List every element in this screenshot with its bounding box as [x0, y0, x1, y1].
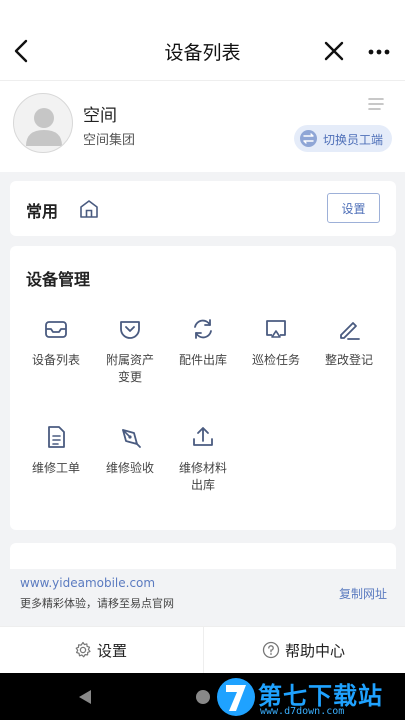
grid-item-equipment-list[interactable]: 设备列表 — [19, 316, 93, 369]
pocket-icon — [120, 321, 140, 339]
grid-item-label: 附属资产变更 — [105, 353, 154, 384]
grid-item-repair-acceptance[interactable]: 维修验收 — [93, 424, 167, 477]
common-card: 常用 设置 — [10, 181, 396, 236]
cast-icon — [266, 320, 286, 338]
bottom-bar: 设置 帮助中心 — [0, 626, 405, 673]
help-icon — [262, 641, 280, 659]
bottom-settings-label: 设置 — [97, 642, 128, 660]
footer-info: www.yideamobile.com 更多精彩体验，请移至易点官网 复制网址 — [0, 569, 405, 626]
switch-role-label: 切换员工端 — [323, 133, 384, 147]
switch-role-button[interactable]: 切换员工端 — [294, 125, 392, 152]
grid-item-label: 配件出库 — [178, 353, 227, 367]
grid-item-inspection-task[interactable]: 巡检任务 — [239, 316, 313, 369]
bottom-help-button[interactable]: 帮助中心 — [203, 627, 405, 673]
grid-item-rectification[interactable]: 整改登记 — [312, 316, 386, 369]
user-icon — [26, 108, 62, 146]
user-profile: 空间 空间集团 切换员工端 — [0, 80, 405, 172]
grid-item-repair-order[interactable]: 维修工单 — [19, 424, 93, 477]
grid-item-label: 整改登记 — [324, 353, 373, 367]
equipment-card: 设备管理 设备列表 附属资产变更 配件出库 巡检任务 整改登记 维修工单 维修验… — [10, 246, 396, 530]
avatar[interactable] — [13, 93, 73, 153]
inbox-icon — [45, 321, 67, 338]
equipment-title: 设备管理 — [26, 270, 91, 289]
android-back-icon[interactable] — [78, 689, 92, 705]
user-name: 空间 — [83, 106, 117, 126]
nav-bar: 设备列表 — [0, 0, 405, 80]
copy-url-link[interactable]: 复制网址 — [339, 585, 387, 602]
pen-tool-icon — [122, 429, 141, 448]
home-icon — [80, 200, 98, 218]
common-settings-button[interactable]: 设置 — [327, 193, 380, 223]
grid-item-label: 维修工单 — [31, 461, 80, 475]
site-url: www.yideamobile.com — [20, 576, 156, 590]
document-icon — [48, 426, 65, 448]
bottom-settings-button[interactable]: 设置 — [0, 627, 202, 673]
swap-icon — [300, 130, 317, 147]
grid-item-asset-change[interactable]: 附属资产变更 — [93, 316, 167, 386]
grid-item-label: 维修材料出库 — [178, 461, 227, 492]
pen-icon — [340, 322, 360, 340]
grid-item-label: 巡检任务 — [251, 353, 300, 367]
list-icon[interactable] — [368, 96, 384, 112]
grid-item-parts-outbound[interactable]: 配件出库 — [166, 316, 240, 369]
refresh-icon — [194, 319, 212, 339]
more-icon[interactable] — [366, 42, 392, 62]
site-description: 更多精彩体验，请移至易点官网 — [20, 597, 174, 610]
watermark: 第七下载站 www.d7down.com — [214, 673, 405, 720]
android-home-icon[interactable] — [196, 690, 210, 704]
common-title: 常用 — [26, 202, 59, 221]
grid-item-label: 维修验收 — [105, 461, 154, 475]
gear-icon — [75, 641, 91, 658]
upload-icon — [193, 427, 213, 446]
grid-item-material-outbound[interactable]: 维修材料出库 — [166, 424, 240, 494]
watermark-logo — [217, 678, 255, 716]
user-org: 空间集团 — [83, 133, 136, 148]
bottom-help-label: 帮助中心 — [285, 642, 346, 660]
watermark-url: www.d7down.com — [260, 706, 345, 717]
grid-item-label: 设备列表 — [31, 353, 80, 367]
next-card-peek — [10, 543, 396, 569]
close-icon[interactable] — [320, 36, 348, 66]
